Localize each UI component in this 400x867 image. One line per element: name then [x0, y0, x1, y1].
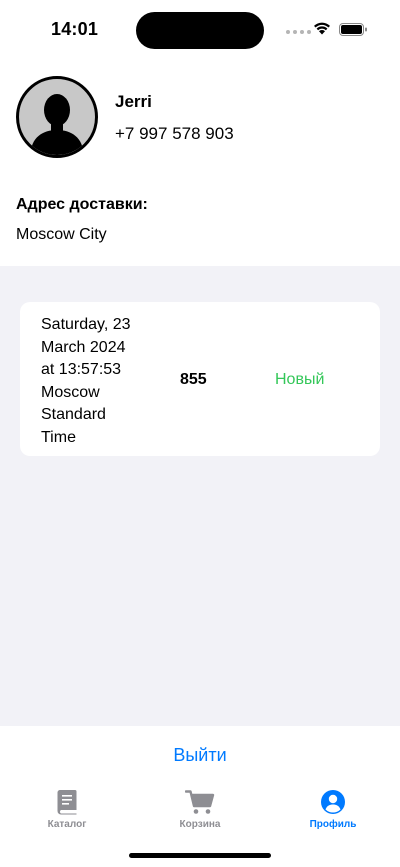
logout-button[interactable]: Выйти	[0, 745, 400, 766]
book-icon	[57, 790, 77, 815]
status-time: 14:01	[51, 19, 99, 39]
order-sum: 855	[180, 371, 207, 388]
cart-icon	[185, 790, 215, 814]
user-phone: +7 997 578 903	[115, 124, 234, 143]
tab-label: Профиль	[309, 819, 357, 830]
tab-catalog[interactable]: Каталог	[0, 786, 134, 830]
order-card[interactable]: Saturday, 23 March 2024 at 13:57:53 Mosc…	[20, 302, 380, 456]
tab-label: Корзина	[179, 819, 221, 830]
order-date: Saturday, 23 March 2024 at 13:57:53 Mosc…	[41, 314, 151, 450]
order-date-line: Time	[41, 428, 76, 446]
tab-profile[interactable]: Профиль	[266, 786, 400, 830]
status-bar: 14:01	[0, 0, 400, 60]
order-date-line: at 13:57:53	[41, 361, 122, 379]
user-name: Jerri	[115, 92, 152, 111]
wifi-icon	[314, 22, 330, 35]
order-status-badge: Новый	[275, 371, 325, 388]
dynamic-island	[136, 12, 264, 49]
profile-header: Jerri +7 997 578 903	[16, 76, 384, 160]
home-indicator	[129, 853, 271, 858]
cellular-signal-icon	[286, 30, 311, 34]
tab-cart[interactable]: Корзина	[133, 786, 267, 830]
delivery-address-label: Адрес доставки:	[16, 196, 148, 213]
order-date-line: March 2024	[41, 338, 126, 356]
person-circle-icon	[321, 790, 345, 814]
order-date-line: Saturday, 23	[41, 316, 131, 333]
avatar[interactable]	[16, 76, 98, 158]
order-date-line: Standard	[41, 406, 106, 424]
order-date-line: Moscow	[41, 383, 100, 401]
delivery-address-value[interactable]: Moscow City	[16, 226, 107, 244]
tab-bar: Каталог Корзина Профиль	[0, 786, 400, 836]
tab-label: Каталог	[47, 819, 87, 830]
battery-icon	[339, 23, 367, 36]
